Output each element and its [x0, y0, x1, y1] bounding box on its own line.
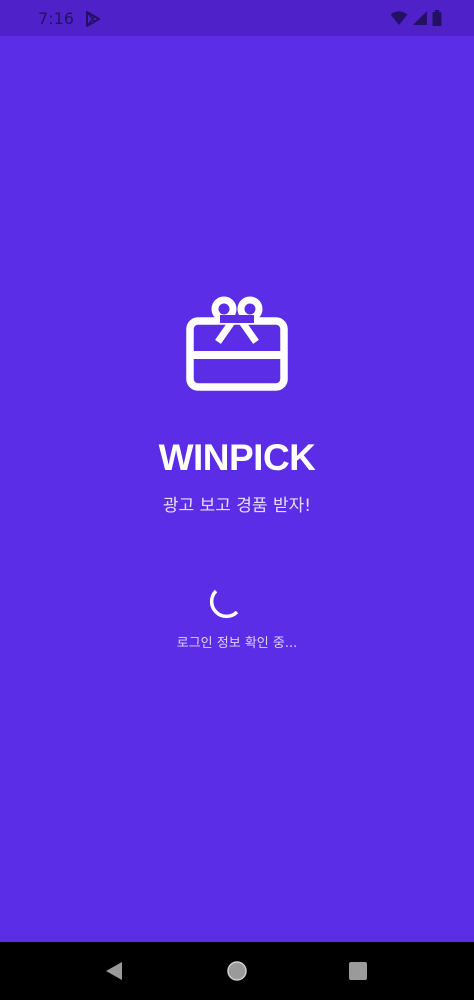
- play-store-icon: [86, 11, 100, 27]
- status-time: 7:16: [38, 9, 74, 28]
- status-bar: 7:16: [0, 0, 474, 36]
- home-icon[interactable]: [226, 960, 248, 982]
- loading-spinner: [209, 589, 239, 619]
- splash-screen: 7:16 WINPICK 광고 보고 경품 받자! 로그인 정보 확인 중...: [0, 0, 474, 1000]
- loading-status-text: 로그인 정보 확인 중...: [176, 636, 298, 651]
- signal-icon: [413, 11, 427, 25]
- status-icons: [390, 10, 442, 26]
- back-icon[interactable]: [104, 961, 124, 981]
- app-subtitle: 광고 보고 경품 받자!: [162, 496, 312, 516]
- wifi-icon: [390, 11, 408, 25]
- navigation-bar: [0, 942, 474, 1000]
- battery-icon: [432, 10, 442, 26]
- gift-icon: [186, 296, 288, 391]
- app-title: WINPICK: [158, 437, 316, 478]
- recents-icon[interactable]: [349, 962, 367, 980]
